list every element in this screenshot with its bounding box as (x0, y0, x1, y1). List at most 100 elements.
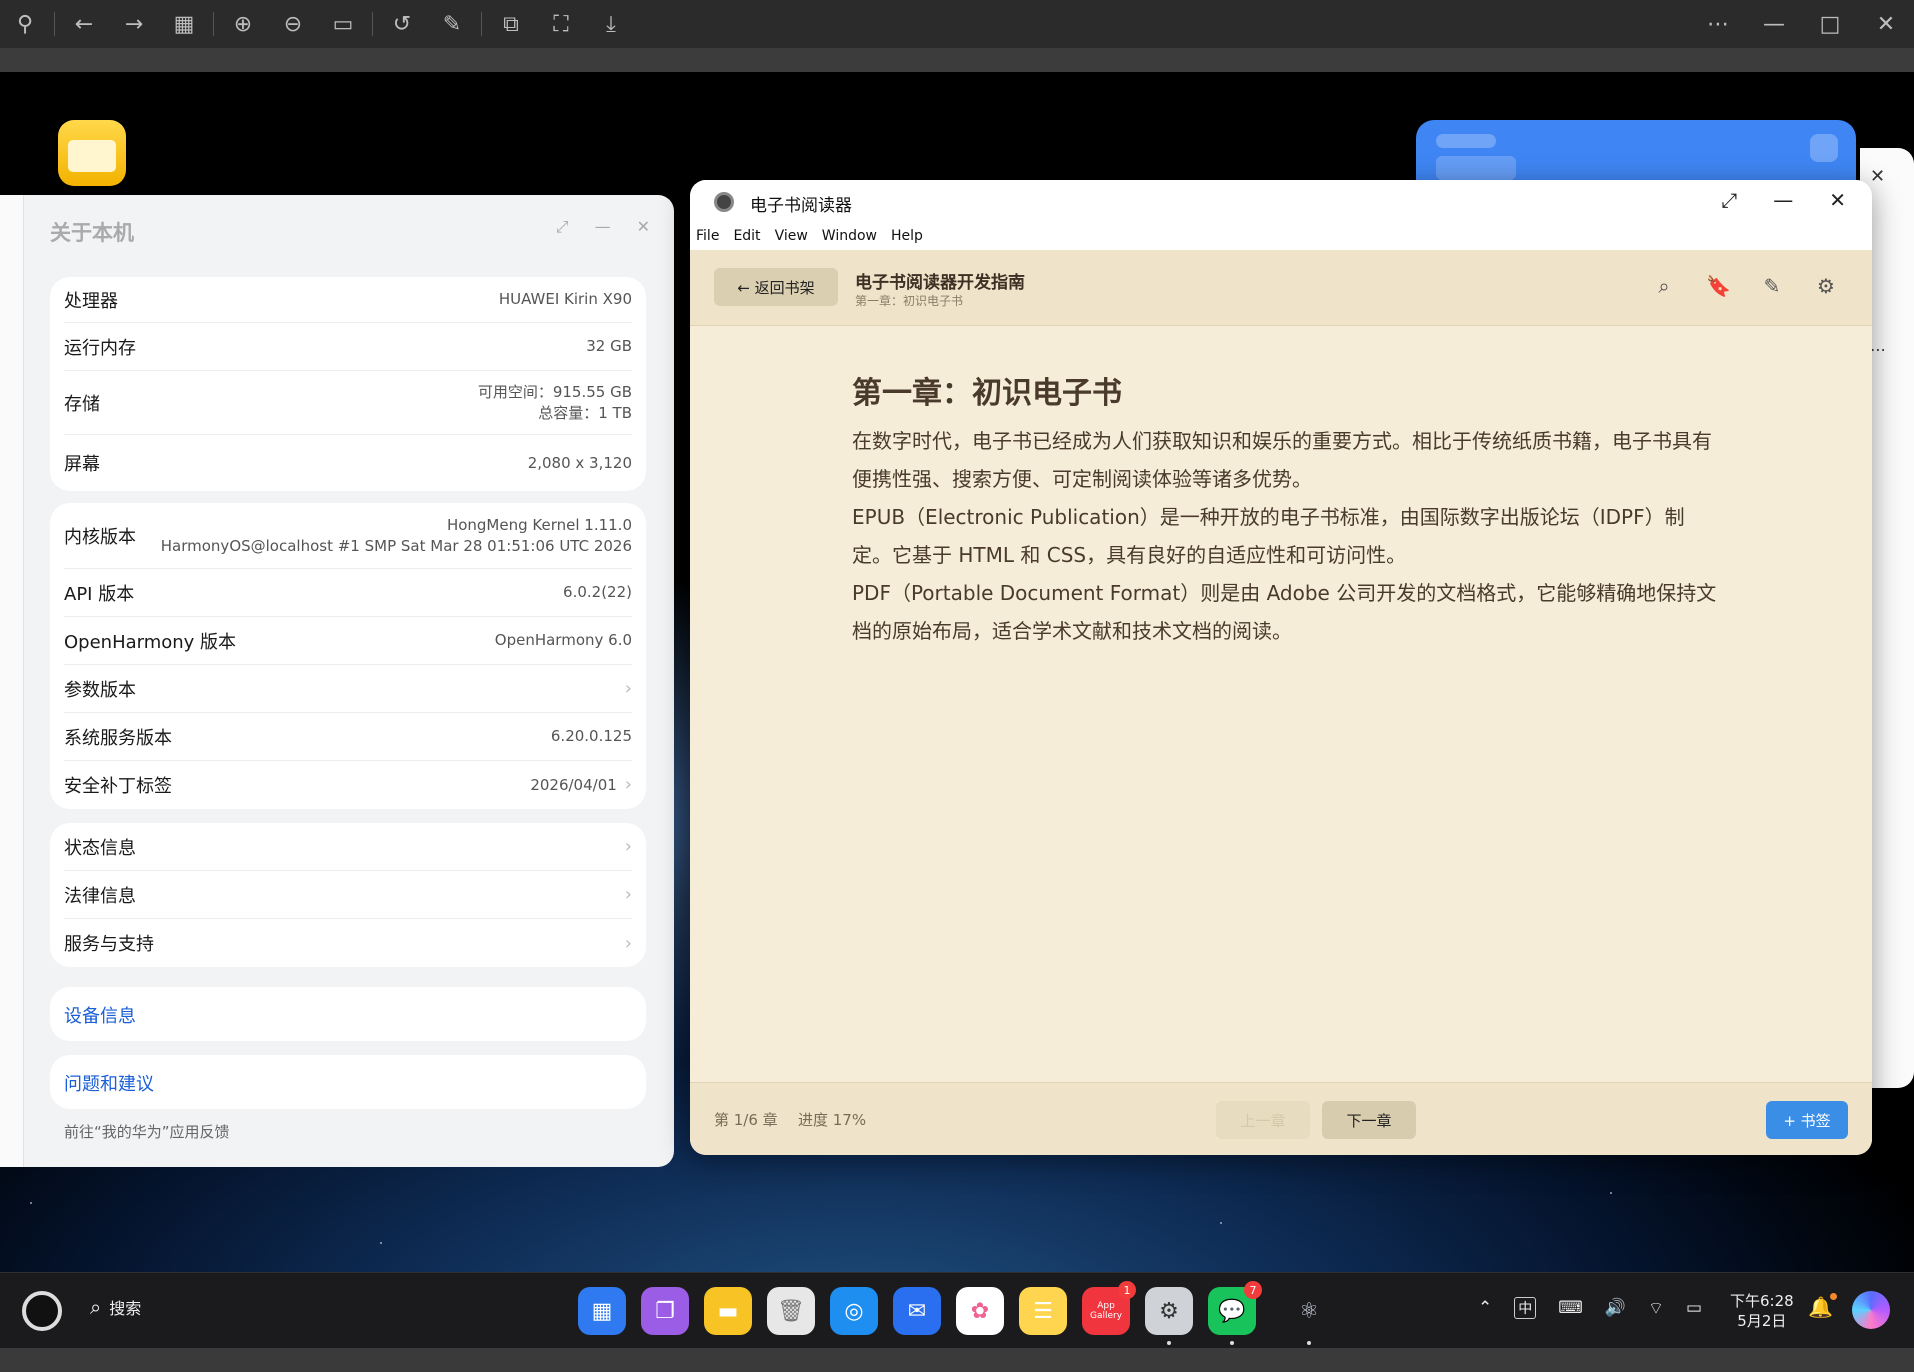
bookmark-icon[interactable]: 🔖 (1706, 274, 1731, 298)
browser-app[interactable]: ◎ (830, 1287, 878, 1335)
volume-icon[interactable]: 🔊 (1605, 1298, 1626, 1318)
row-value: 6.20.0.125 (550, 727, 632, 745)
window-controls: ⤢ — ✕ (1721, 188, 1846, 212)
rotate-icon[interactable]: ↺ (377, 0, 427, 48)
clipboard-icon[interactable]: ⌨ (1558, 1298, 1583, 1318)
row-value: HUAWEI Kirin X90 (498, 290, 632, 308)
menu-view[interactable]: View (775, 228, 808, 244)
window-placeholder-square (1810, 134, 1838, 162)
minimize-icon[interactable]: — (1773, 188, 1793, 212)
close-icon[interactable]: ✕ (1829, 188, 1846, 212)
actual-size-icon[interactable]: ▭ (318, 0, 368, 48)
windows-icon: ❐ (655, 1298, 675, 1324)
chapter-subtitle: 第一章：初识电子书 (855, 294, 964, 308)
row-value: 6.0.2(22) (563, 583, 632, 601)
battery-icon[interactable]: ▭ (1686, 1298, 1702, 1318)
assistant-icon[interactable] (1852, 1291, 1890, 1329)
close-icon[interactable]: ✕ (637, 217, 650, 237)
wifi-icon[interactable]: ⌔ (1648, 1298, 1664, 1319)
device-info-card[interactable]: 设备信息 (50, 987, 646, 1041)
row-label: 安全补丁标签 (64, 776, 172, 797)
copy-icon[interactable]: ⧉ (486, 0, 536, 48)
prev-chapter-button[interactable]: 上一章 (1216, 1101, 1310, 1139)
row-label: 运行内存 (64, 337, 136, 359)
total-capacity: 总容量：1 TB (538, 403, 632, 422)
search-icon[interactable]: ⌕ (1652, 274, 1676, 298)
ebook-reader-app[interactable]: ⚛ (1285, 1287, 1333, 1345)
legal-info-row[interactable]: 法律信息 › (64, 871, 632, 919)
multitask-app[interactable]: ❐ (641, 1287, 689, 1335)
menu-help[interactable]: Help (891, 228, 923, 244)
chapter-heading: 第一章：初识电子书 (852, 376, 1122, 411)
feedback-link[interactable]: 问题和建议 (64, 1070, 154, 1096)
note-icon[interactable]: ✎ (1760, 274, 1784, 298)
chevron-right-icon: › (624, 677, 632, 699)
window-titlebar[interactable]: 电子书阅读器 ⤢ — ✕ (690, 180, 1872, 222)
feedback-card[interactable]: 问题和建议 (50, 1055, 646, 1109)
photos-app[interactable]: ✿ (956, 1287, 1004, 1335)
wechat-app[interactable]: 💬 7 (1208, 1281, 1262, 1345)
zoom-in-icon[interactable]: ⊕ (218, 0, 268, 48)
maximize-icon[interactable]: □ (1802, 0, 1858, 48)
app-gallery[interactable]: App Gallery 1 (1082, 1281, 1136, 1335)
launcher-app[interactable]: ▦ (578, 1287, 626, 1335)
info-row-screen: 屏幕 2,080 x 3,120 (64, 435, 632, 491)
info-row-security-patch[interactable]: 安全补丁标签 2026/04/01 › (64, 761, 632, 809)
minimize-icon[interactable]: — (595, 217, 611, 237)
clock[interactable]: 下午6:28 5月2日 (1730, 1291, 1794, 1331)
book-title: 电子书阅读器开发指南 (855, 273, 1025, 293)
menu-window[interactable]: Window (822, 228, 877, 244)
grid-icon[interactable]: ▦ (159, 0, 209, 48)
minimize-icon[interactable]: — (1746, 0, 1802, 48)
info-row-memory: 运行内存 32 GB (64, 323, 632, 371)
files-app[interactable]: ▬ (704, 1287, 752, 1335)
pin-icon[interactable]: ⚲ (0, 0, 50, 48)
trash-app[interactable]: 🗑 (767, 1287, 815, 1335)
maximize-icon[interactable]: ⤢ (556, 217, 569, 237)
back-arrow-icon[interactable]: ← (59, 0, 109, 48)
clock-date: 5月2日 (1737, 1312, 1787, 1330)
input-method-indicator[interactable]: 中 (1514, 1297, 1537, 1319)
mail-app[interactable]: ✉ (893, 1287, 941, 1335)
close-icon[interactable]: ✕ (1870, 166, 1885, 187)
menu-edit[interactable]: Edit (733, 228, 760, 244)
status-info-row[interactable]: 状态信息 › (64, 823, 632, 871)
info-row-processor: 处理器 HUAWEI Kirin X90 (64, 277, 632, 323)
device-info-link[interactable]: 设备信息 (64, 1002, 136, 1028)
start-button[interactable] (22, 1291, 62, 1331)
more-icon[interactable]: ⋯ (1690, 0, 1746, 48)
more-icon[interactable]: ⋯ (1870, 340, 1887, 359)
row-value-group: HongMeng Kernel 1.11.0 HarmonyOS@localho… (161, 515, 632, 557)
grid-icon: ▦ (591, 1298, 613, 1324)
forward-arrow-icon[interactable]: → (109, 0, 159, 48)
hardware-info-card: 处理器 HUAWEI Kirin X90 运行内存 32 GB 存储 可用空间：… (50, 277, 646, 491)
info-row-param-version[interactable]: 参数版本 › (64, 665, 632, 713)
save-icon[interactable]: ⤓ (586, 0, 636, 48)
maximize-icon[interactable]: ⤢ (1721, 188, 1737, 212)
atom-icon: ⚛ (1299, 1298, 1319, 1324)
fit-screen-icon[interactable]: ⛶ (536, 0, 586, 48)
row-label: 屏幕 (64, 454, 100, 475)
chevron-up-icon[interactable]: ⌃ (1478, 1298, 1492, 1318)
add-bookmark-button[interactable]: + 书签 (1766, 1101, 1848, 1139)
settings-icon[interactable]: ⚙ (1814, 274, 1838, 298)
edit-icon[interactable]: ✎ (427, 0, 477, 48)
files-desktop-icon[interactable] (58, 120, 126, 186)
back-to-shelf-button[interactable]: ← 返回书架 (714, 268, 838, 306)
taskbar-search[interactable]: ⌕ 搜索 (90, 1295, 141, 1319)
menu-file[interactable]: File (696, 228, 719, 244)
info-row-openharmony: OpenHarmony 版本 OpenHarmony 6.0 (64, 617, 632, 665)
next-chapter-button[interactable]: 下一章 (1322, 1101, 1416, 1139)
notification-bell-icon[interactable]: 🔔 (1808, 1293, 1837, 1319)
settings-app[interactable]: ⚙ (1145, 1287, 1193, 1345)
notes-app[interactable]: ☰ (1019, 1287, 1067, 1335)
toolbar-divider (481, 12, 482, 36)
page-title: 关于本机 (50, 221, 134, 245)
row-value: 2026/04/01 (530, 776, 617, 794)
zoom-out-icon[interactable]: ⊖ (268, 0, 318, 48)
kernel-version: HongMeng Kernel 1.11.0 (446, 515, 632, 534)
row-label: OpenHarmony 版本 (64, 631, 237, 653)
close-icon[interactable]: ✕ (1858, 0, 1914, 48)
service-support-row[interactable]: 服务与支持 › (64, 919, 632, 967)
row-value-group: 可用空间：915.55 GB 总容量：1 TB (478, 382, 632, 424)
